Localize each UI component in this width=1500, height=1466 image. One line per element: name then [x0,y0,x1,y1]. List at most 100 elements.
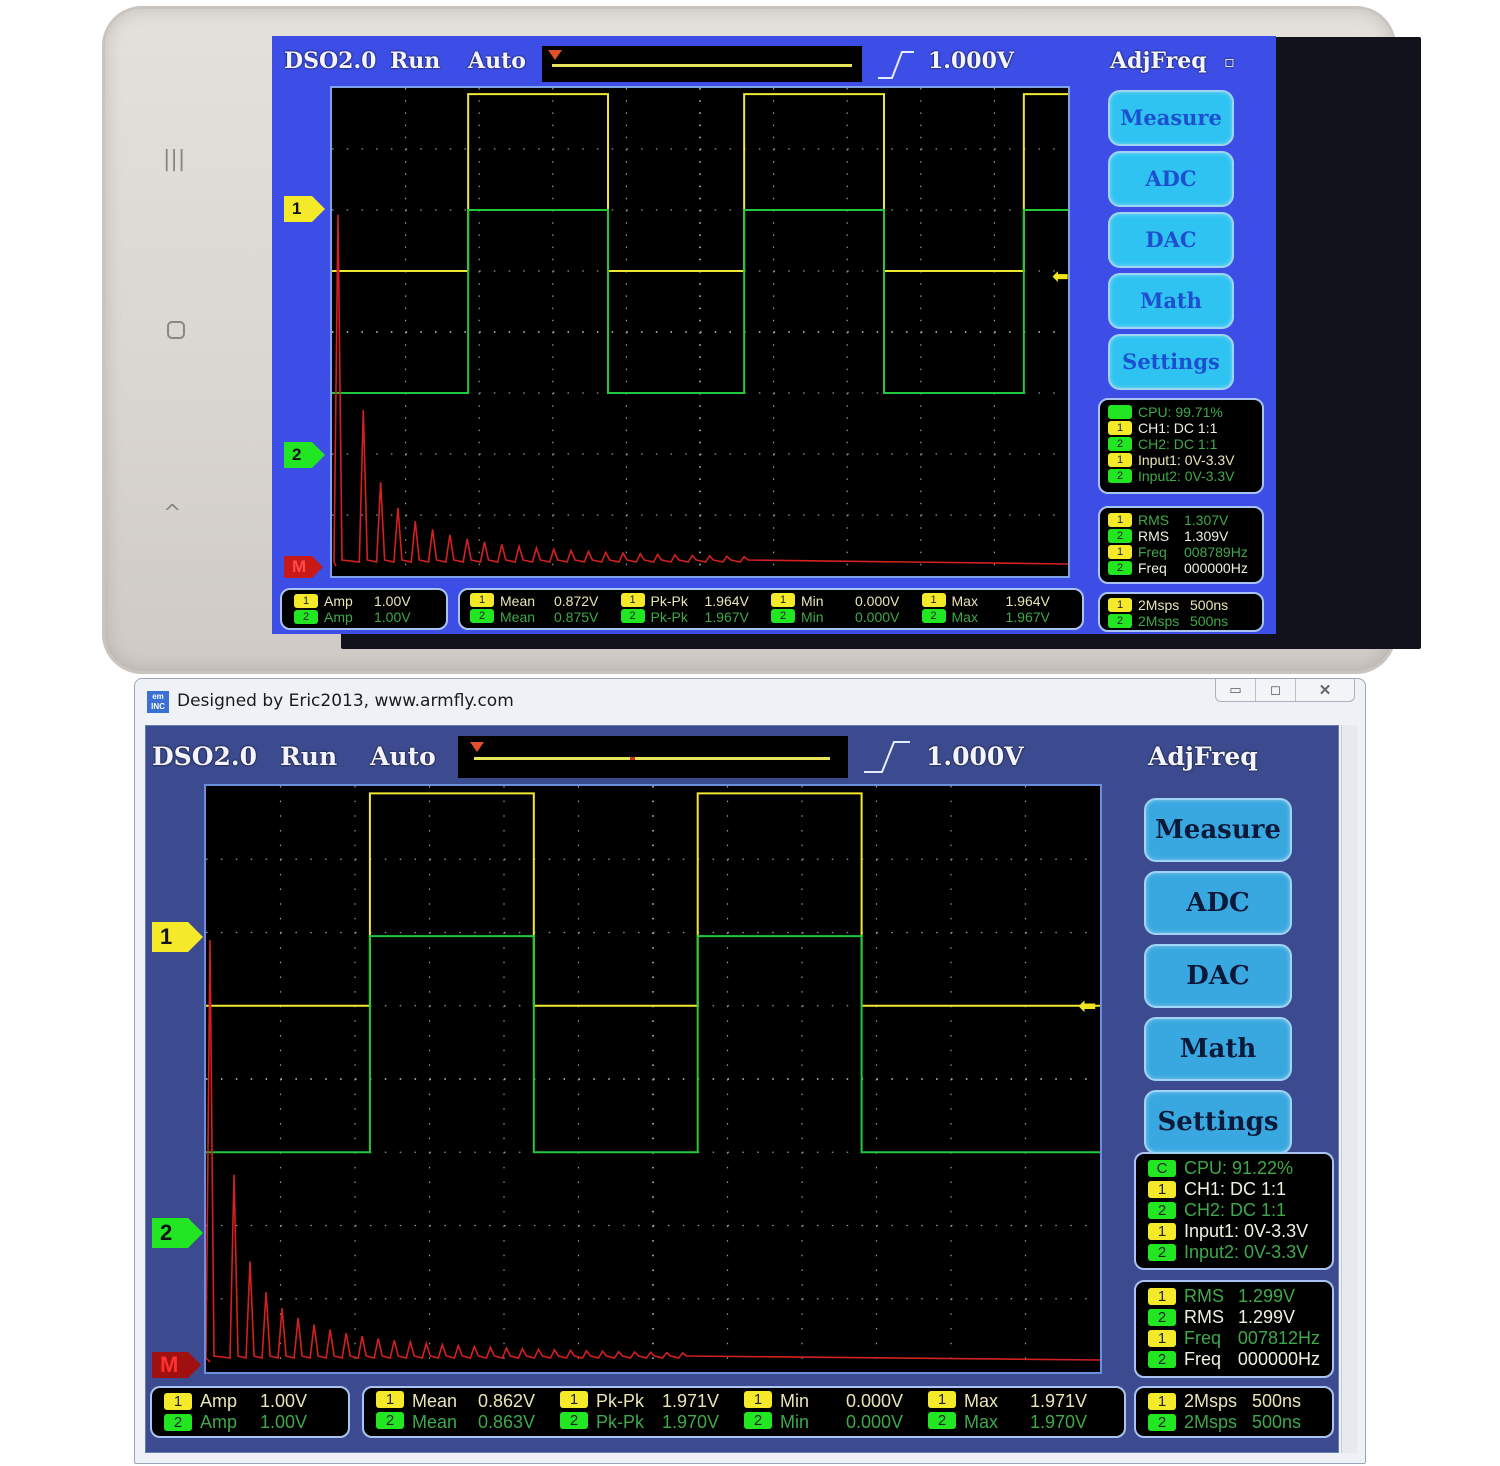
channel-tag: 1 [744,1391,772,1408]
measurement-label: Min [801,593,824,609]
channel-tag: 1 [921,593,946,607]
app-name: DSO2.0 [152,742,258,771]
amplitude-row[interactable]: 1 Amp 1.00V [294,593,434,609]
status-row: 1 Input1: 0V-3.3V [1108,452,1254,468]
adj-freq-label[interactable]: AdjFreq [1148,742,1258,771]
timebase-position-bar[interactable] [542,46,862,82]
channel-tag: 2 [1148,1244,1176,1261]
measurement-cell: 1 Min 0.000V [771,593,922,609]
measurement-label: Max [964,1412,999,1432]
trigger-level-arrow-icon[interactable]: ⬅ [1052,264,1069,288]
ch2-trace [206,935,1100,1154]
math-level-marker[interactable]: M [284,556,323,578]
ch1-level-marker[interactable]: 1 [152,922,203,952]
waveform-display[interactable] [330,86,1070,578]
marker-arrow-icon [188,922,203,952]
channel-tag: 2 [1148,1414,1176,1431]
rms-freq-panel: 1 RMS 1.299V 2 RMS 1.299V 1 Freq 007812Hz 2 Freq 00… [1134,1280,1334,1378]
timebase-position-bar[interactable] [458,736,848,778]
measurement-value: 0.000V [855,609,900,625]
run-state-button[interactable]: Run [280,742,337,771]
amplitude-row[interactable]: 2 Amp 1.00V [294,609,434,625]
status-text: CH2: DC 1:1 [1138,436,1218,452]
button-dac[interactable]: DAC [1144,944,1292,1008]
channel-tag: 2 [744,1412,772,1429]
waveform-svg [332,88,1068,576]
measurement-cell: 1 Pk-Pk 1.964V [620,593,772,609]
button-math[interactable]: Math [1108,273,1234,329]
timebase-row[interactable]: 1 2Msps 500ns [1108,597,1254,613]
client-area: DSO2.0 Run Auto 1.000V AdjFreq 1 2 M ⬅ C… [145,725,1339,1453]
status-panel: CPU: 99.71% 1 CH1: DC 1:1 2 CH2: DC 1:1 1 Inpu… [1098,398,1264,494]
trigger-position-marker[interactable] [548,50,562,60]
button-adc[interactable]: ADC [1144,871,1292,935]
back-icon[interactable]: ^ [163,501,181,526]
trigger-mode-button[interactable]: Auto [468,48,526,74]
timebase-row[interactable]: 2 2Msps 500ns [1148,1412,1320,1433]
button-settings[interactable]: Settings [1108,334,1234,390]
button-settings[interactable]: Settings [1144,1090,1292,1154]
measurement-value: 0.875V [554,609,599,625]
channel-tag: 1 [1148,1330,1176,1347]
measurement-row: 1 Freq 008789Hz [1108,544,1254,560]
measurement-value: 1.970V [1030,1412,1088,1432]
ch1-trace [332,93,1068,272]
measurement-label: Max [964,1391,999,1411]
memory-window-bar [552,64,852,67]
button-measure[interactable]: Measure [1108,90,1234,146]
measurement-label: Pk-Pk [650,609,688,625]
measurement-panel: 1 Mean 0.872V 1 Pk-Pk 1.964V 1 Min 0.000V 1 Max 1.9… [458,588,1084,630]
waveform-display[interactable] [204,784,1102,1374]
close-icon[interactable]: ✕ [1296,679,1354,701]
channel-tag: 2 [1148,1309,1176,1326]
channel-tag: 2 [376,1412,404,1429]
rising-edge-trigger-icon[interactable] [876,48,916,80]
timebase-row[interactable]: 2 2Msps 500ns [1108,613,1254,629]
ch1-level-marker[interactable]: 1 [284,196,325,222]
measurement-row-ch2: 2 Mean 0.875V 2 Pk-Pk 1.967V 2 Min 0.000V 2 Max 1.9… [470,609,1072,625]
button-adc[interactable]: ADC [1108,151,1234,207]
app-name: DSO2.0 [284,48,377,74]
status-text: Input1: 0V-3.3V [1184,1221,1309,1241]
time-per-div: 500ns [1252,1391,1302,1411]
trigger-level-arrow-icon[interactable]: ⬅ [1078,994,1096,1019]
maximize-icon[interactable]: ◻ [1256,679,1296,701]
vertical-scrollbar[interactable] [1341,725,1357,1453]
amplitude-row[interactable]: 1 Amp 1.00V [164,1391,336,1412]
timebase-row[interactable]: 1 2Msps 500ns [1148,1391,1320,1412]
minimize-icon[interactable]: ▭ [1216,679,1256,701]
button-math[interactable]: Math [1144,1017,1292,1081]
menu-icon[interactable]: ||| [163,147,185,172]
measurement-label: Freq [1183,1328,1221,1348]
math-level-marker[interactable]: M [152,1352,201,1378]
measurement-label: RMS [1184,1286,1224,1306]
time-per-div: 500ns [1190,613,1229,629]
amplitude-panel[interactable]: 1 Amp 1.00V 2 Amp 1.00V [280,588,448,630]
measurement-value: 0.862V [478,1391,536,1411]
channel-tag: 1 [1148,1393,1176,1410]
ch2-level-marker[interactable]: 2 [284,442,325,468]
timebase-panel[interactable]: 1 2Msps 500ns 2 2Msps 500ns [1134,1386,1334,1438]
measurement-row: 2 Freq 000000Hz [1108,560,1254,576]
trigger-position-marker[interactable] [470,742,484,752]
measurement-label: Freq [1138,560,1167,576]
home-icon[interactable] [167,321,185,339]
amplitude-panel[interactable]: 1 Amp 1.00V 2 Amp 1.00V [150,1386,350,1438]
status-row: 1 Input1: 0V-3.3V [1148,1221,1320,1242]
button-dac[interactable]: DAC [1108,212,1234,268]
measurement-panel: 1 Mean 0.862V 1 Pk-Pk 1.971V 1 Min 0.000V 1 Max 1.9… [362,1386,1126,1438]
measurement-cell: 1 Mean 0.862V [376,1391,560,1412]
measurement-cell: 2 Min 0.000V [771,609,922,625]
amplitude-row[interactable]: 2 Amp 1.00V [164,1412,336,1433]
ch2-level-marker[interactable]: 2 [152,1218,203,1248]
rising-edge-trigger-icon[interactable] [862,738,912,774]
timebase-panel[interactable]: 1 2Msps 500ns 2 2Msps 500ns [1098,592,1264,632]
measurement-cell: 2 Pk-Pk 1.970V [560,1412,744,1433]
measurement-row: 2 RMS 1.309V [1108,528,1254,544]
adj-freq-label[interactable]: AdjFreq [1110,48,1207,74]
measurement-value: 007812Hz [1237,1328,1320,1348]
run-state-button[interactable]: Run [390,48,440,74]
trigger-mode-button[interactable]: Auto [370,742,436,771]
title-bar[interactable]: em INC Designed by Eric2013, www.armfly.… [135,679,1365,723]
button-measure[interactable]: Measure [1144,798,1292,862]
